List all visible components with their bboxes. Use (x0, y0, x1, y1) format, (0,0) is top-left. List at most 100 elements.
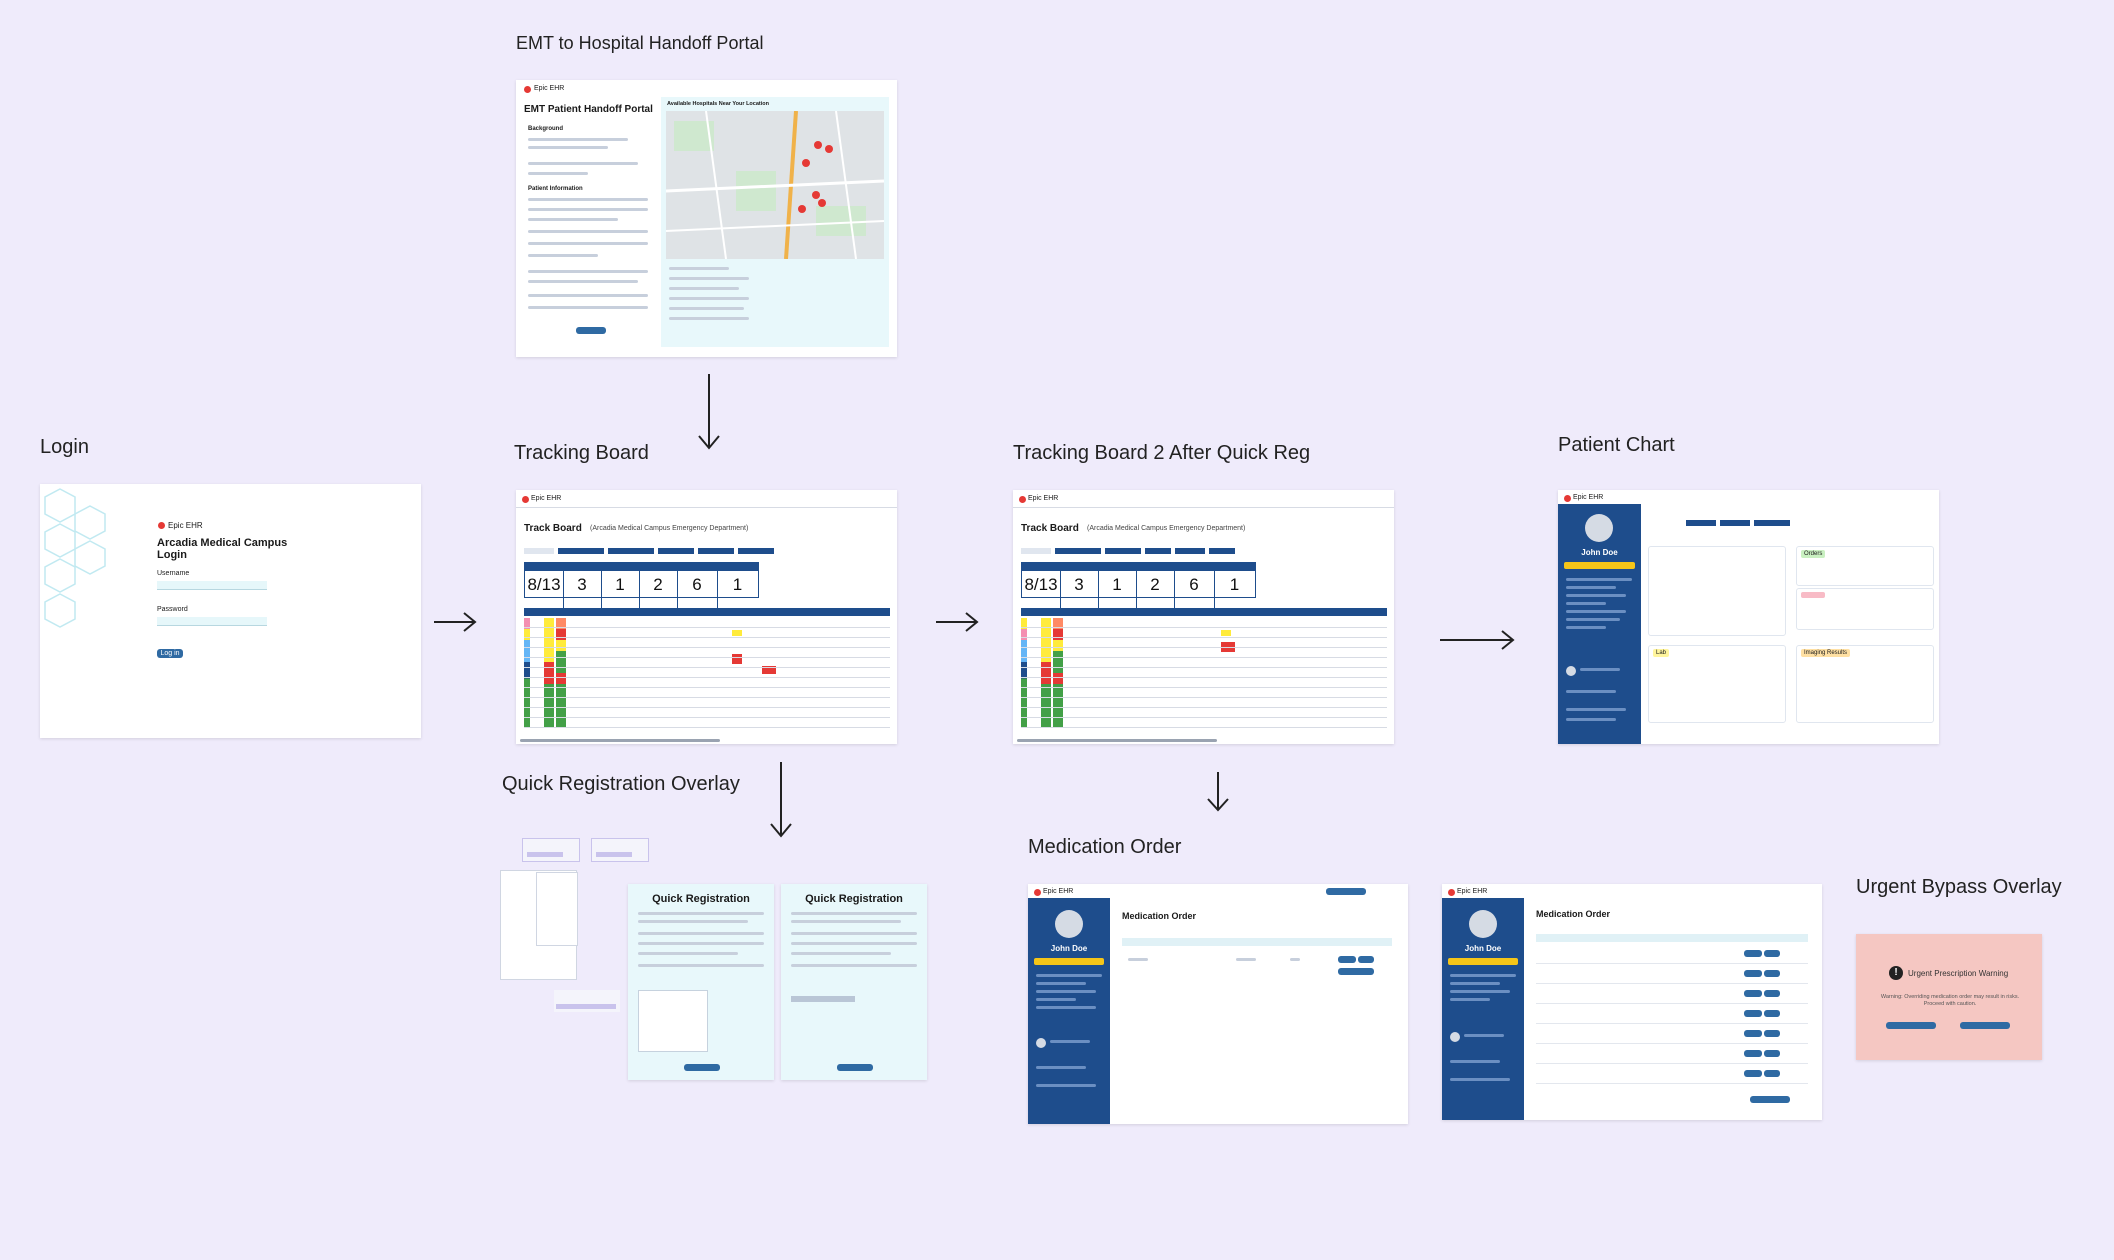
reason-dropdown[interactable] (638, 990, 708, 1052)
medication-order-title: Medication Order (1536, 909, 1611, 919)
status-badge (1564, 562, 1635, 569)
quickreg-select-b[interactable] (591, 838, 649, 862)
map-heading: Available Hospitals Near Your Location (667, 101, 769, 107)
cancel-order-button[interactable] (1358, 956, 1374, 963)
tracking-board-label: Tracking Board (514, 442, 649, 464)
track-board-subtitle: (Arcadia Medical Campus Emergency Depart… (590, 525, 749, 532)
quickreg-dropdown-options[interactable] (536, 872, 578, 946)
patient-sidebar: John Doe (1558, 504, 1641, 744)
stat-census: 8/13 (525, 563, 564, 609)
patient-table (1021, 608, 1387, 730)
status-badge (1034, 958, 1104, 965)
quick-registration-title: Quick Registration (805, 893, 903, 905)
background-section-title: Background (528, 126, 564, 132)
brand-logo-icon (1564, 495, 1571, 502)
urgent-warning-body: Warning: Overriding medication order may… (1880, 994, 2020, 1007)
medication-order-label: Medication Order (1028, 836, 1182, 858)
tracking-board2-screen: Epic EHR Track Board (Arcadia Medical Ca… (1013, 490, 1394, 744)
header-action-button[interactable] (1326, 888, 1366, 895)
patient-sidebar: John Doe (1028, 898, 1110, 1124)
hex-pattern-decoration (44, 488, 106, 628)
imaging-card: Imaging Results (1796, 645, 1934, 723)
emt-submit-button[interactable] (576, 327, 606, 334)
patient-chart-label: Patient Chart (1558, 434, 1675, 456)
urgent-warning-title: Urgent Prescription Warning (1908, 969, 2009, 978)
proceed-override-button[interactable] (1960, 1022, 2010, 1029)
brand-name: Epic EHR (1457, 888, 1488, 895)
patient-name: John Doe (1464, 944, 1502, 953)
stat-triage: 2 (1136, 563, 1175, 609)
login-title-line1: Arcadia Medical Campus (157, 537, 288, 549)
password-field[interactable] (157, 617, 267, 626)
submit-orders-button[interactable] (1750, 1096, 1790, 1103)
brand-logo-icon (522, 496, 529, 503)
medication-order-title: Medication Order (1122, 911, 1197, 921)
arrow-down-tracking2-to-medorder (1207, 772, 1229, 812)
arrow-right-tracking-to-tracking2 (936, 612, 979, 632)
quickreg-select-c[interactable] (554, 990, 620, 1012)
stat-waiting: 1 (1098, 563, 1137, 609)
stat-triage: 2 (639, 563, 678, 609)
stat-waiting: 1 (601, 563, 640, 609)
tracking-board2-label: Tracking Board 2 After Quick Reg (1013, 442, 1311, 464)
urgent-bypass-label: Urgent Bypass Overlay (1856, 876, 2062, 898)
brand-name: Epic EHR (1573, 494, 1604, 501)
brand-logo-icon (524, 86, 531, 93)
warning-icon: ! (1889, 966, 1903, 980)
quick-registration-form-b: Quick Registration (781, 884, 927, 1080)
stats-strip: 8/13 3 1 2 6 1 (1021, 562, 1256, 609)
brand-name: Epic EHR (531, 495, 562, 502)
register-button[interactable] (684, 1064, 720, 1071)
avatar (1585, 514, 1613, 542)
bypass-button[interactable] (1338, 968, 1374, 975)
hospital-map[interactable] (666, 111, 884, 259)
stat-dispo: 1 (732, 575, 743, 594)
patient-sidebar: John Doe (1442, 898, 1524, 1120)
order-button[interactable] (1338, 956, 1356, 963)
stat-census: 8/13 (1022, 563, 1061, 609)
tracking-board-screen: Epic EHR Track Board (Arcadia Medical Ca… (516, 490, 897, 744)
medication-order-screen: Epic EHR John Doe Medication Order (1028, 884, 1408, 1124)
quick-registration-label: Quick Registration Overlay (502, 773, 740, 795)
stats-strip: 8/13 3 1 2 6 1 (524, 562, 759, 609)
login-button[interactable]: Log in (157, 649, 183, 658)
stat-dispo: 1 (1229, 575, 1240, 594)
patient-name: John Doe (1581, 548, 1618, 557)
login-screen: Epic EHR Arcadia Medical Campus Login Us… (40, 484, 421, 738)
map-panel: Available Hospitals Near Your Location (661, 97, 889, 347)
orders-tag: Orders (1801, 550, 1826, 558)
emt-page-title: EMT Patient Handoff Portal (524, 104, 653, 115)
brand-logo-icon (1034, 889, 1041, 896)
quick-registration-title: Quick Registration (652, 893, 750, 905)
quickreg-select-a[interactable] (522, 838, 580, 862)
brand-name: Epic EHR (168, 521, 203, 530)
urgent-bypass-overlay: ! Urgent Prescription Warning Warning: O… (1856, 934, 2042, 1060)
patient-chart-screen: Epic EHR John Doe Orders Lab Imaging Res… (1558, 490, 1939, 744)
brand-name: Epic EHR (1043, 888, 1074, 895)
register-button[interactable] (837, 1064, 873, 1071)
reason-select-filled[interactable] (791, 996, 855, 1002)
avatar (1055, 910, 1083, 938)
brand-name: Epic EHR (1028, 495, 1059, 502)
username-label: Username (157, 570, 190, 577)
orders-card: Orders (1796, 546, 1934, 586)
imaging-tag: Imaging Results (1801, 649, 1851, 657)
stat-arriving: 3 (1060, 563, 1099, 609)
password-label: Password (157, 606, 188, 613)
brand-logo-icon (1019, 496, 1026, 503)
status-badge (1448, 958, 1518, 965)
avatar (1469, 910, 1497, 938)
quick-registration-form-a: Quick Registration (628, 884, 774, 1080)
patient-info-section-title: Patient Information (528, 186, 583, 192)
emt-portal-screen: Epic EHR EMT Patient Handoff Portal Back… (516, 80, 897, 357)
arrow-right-tracking2-to-chart (1440, 630, 1515, 650)
patient-table (524, 608, 890, 730)
emt-screen-label: EMT to Hospital Handoff Portal (516, 33, 764, 53)
cancel-override-button[interactable] (1886, 1022, 1936, 1029)
track-board-subtitle: (Arcadia Medical Campus Emergency Depart… (1087, 525, 1246, 532)
stat-roomed: 6 (1174, 563, 1215, 609)
medication-order2-screen: Epic EHR John Doe Medication Order (1442, 884, 1822, 1120)
chart-tabs[interactable] (1648, 520, 1828, 526)
username-field[interactable] (157, 581, 267, 590)
brand-logo-icon (158, 522, 165, 529)
